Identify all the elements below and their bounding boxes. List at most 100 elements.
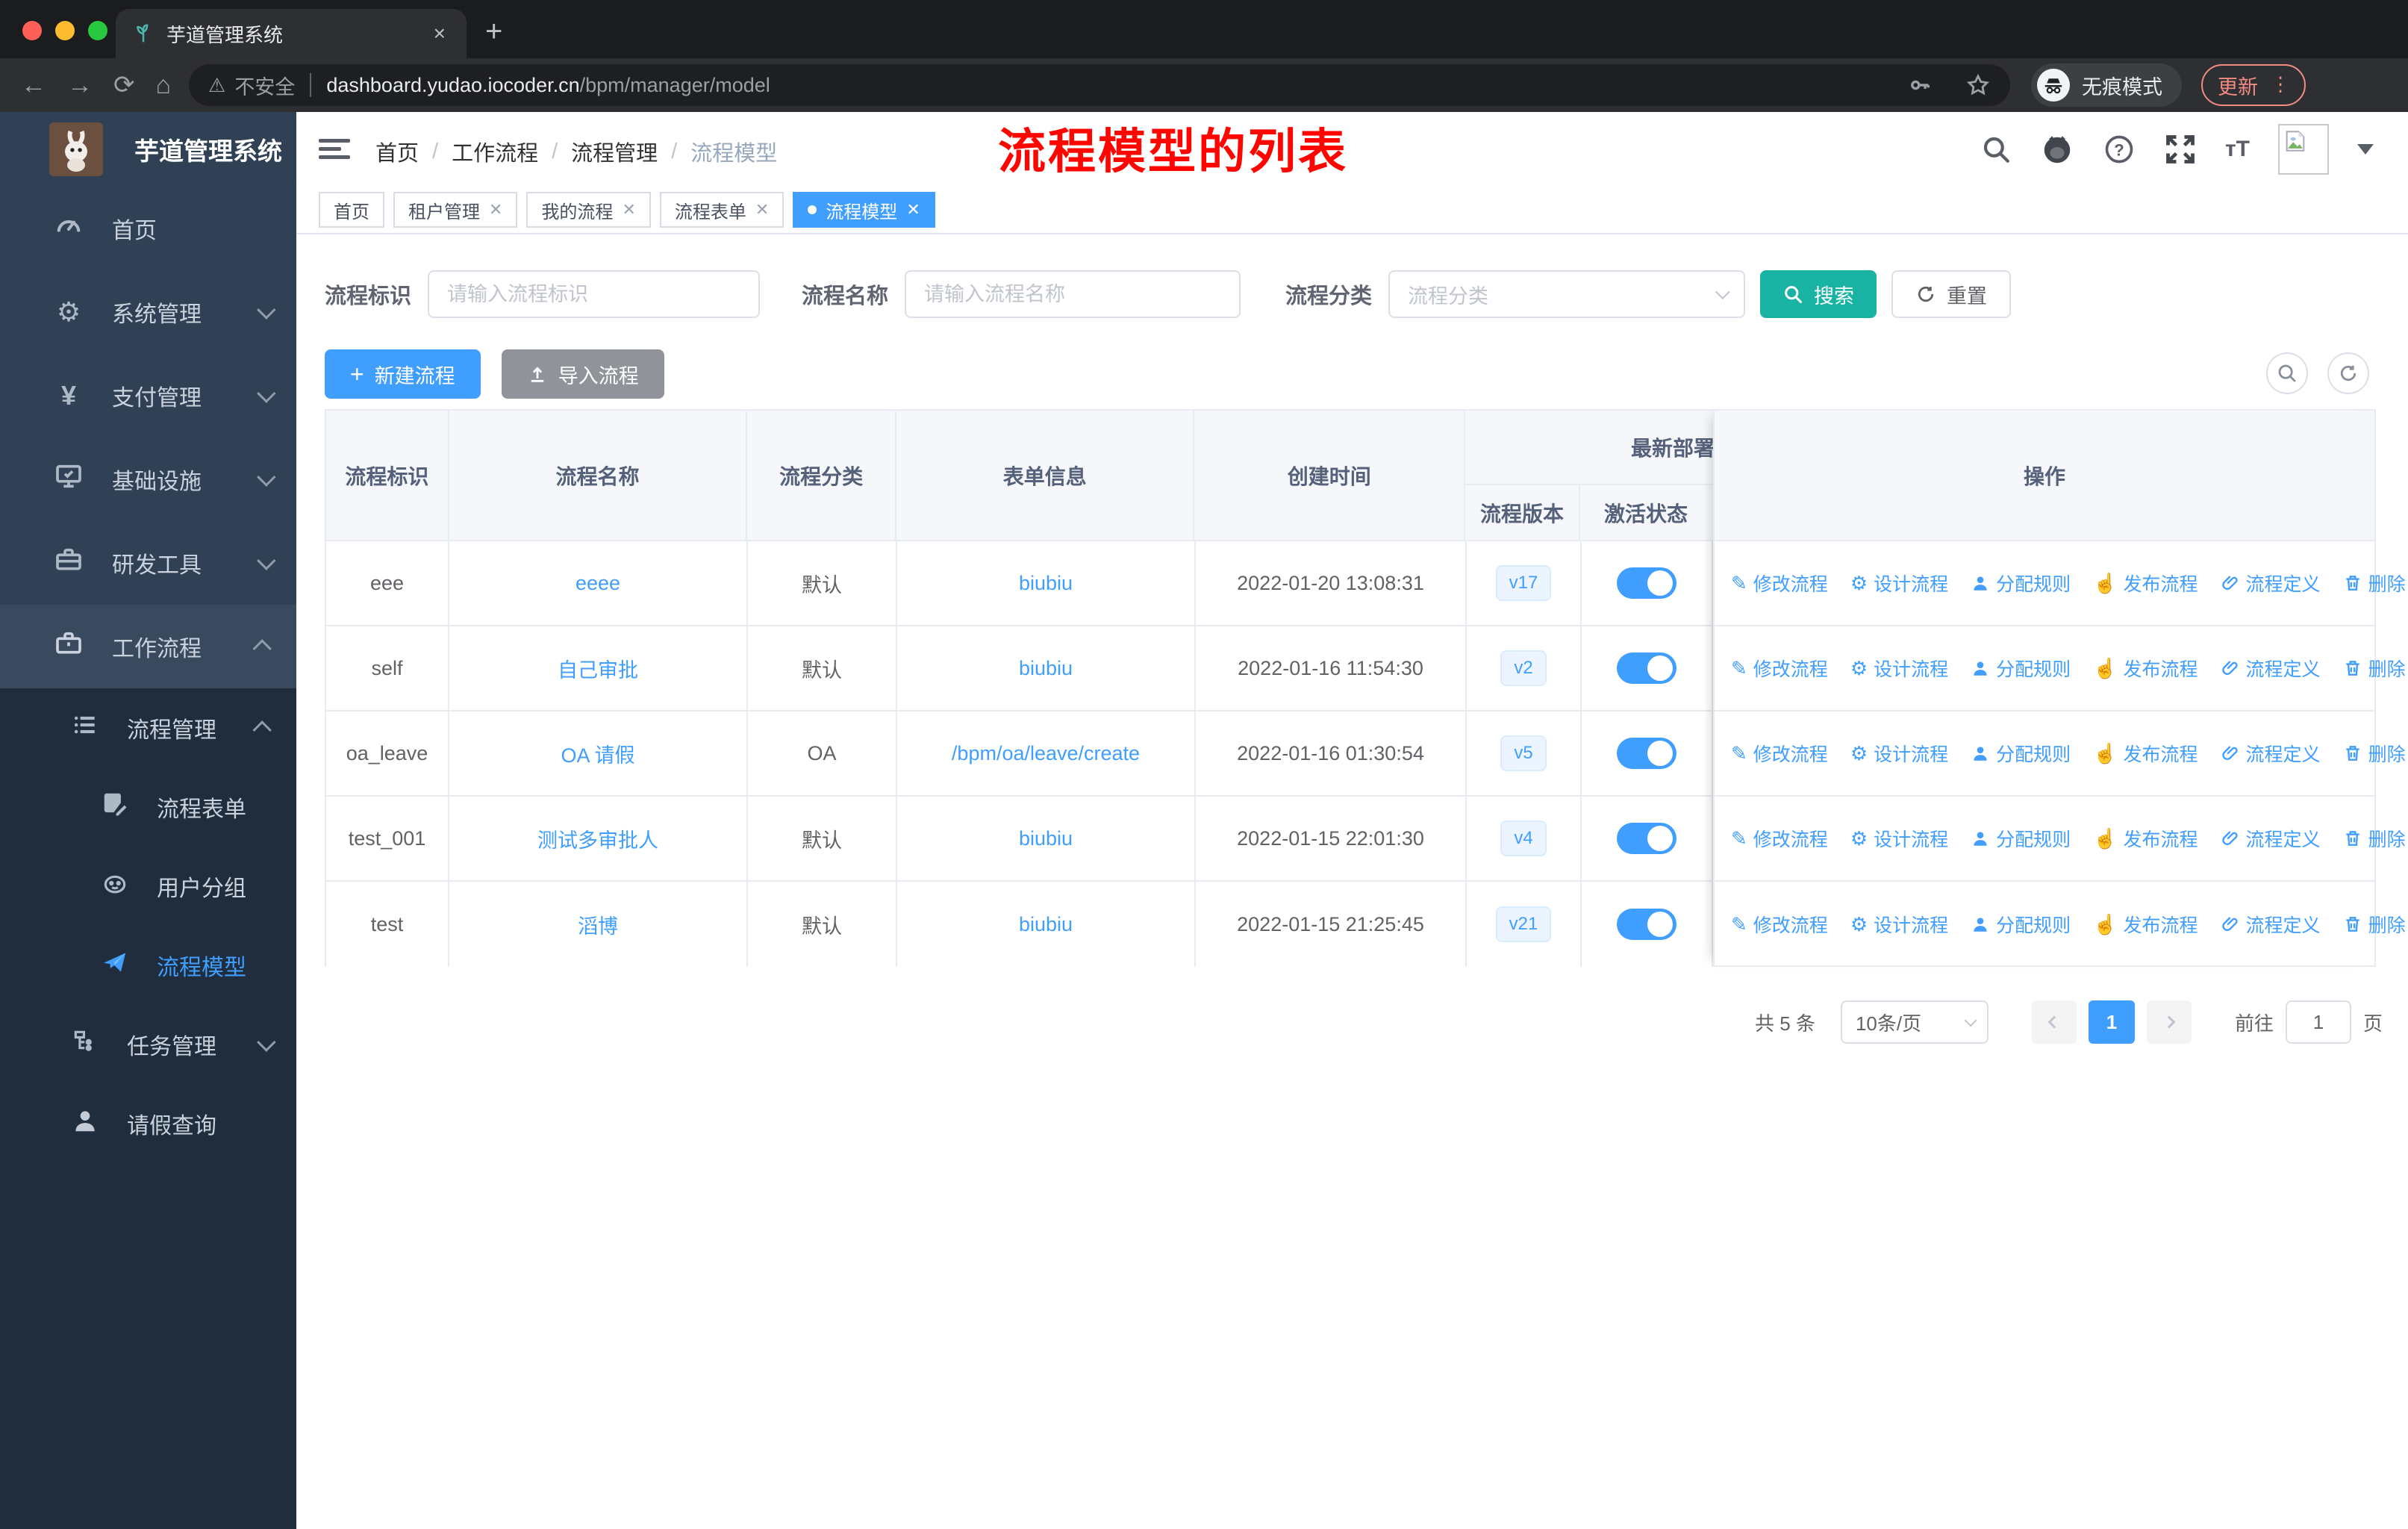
active-toggle[interactable]	[1617, 909, 1676, 940]
fullscreen-icon[interactable]	[2164, 133, 2197, 166]
form-info-link[interactable]: biubiu	[1019, 913, 1073, 936]
version-badge[interactable]: v17	[1495, 565, 1552, 601]
sidebar-item-task-management[interactable]: 任务管理	[0, 1005, 296, 1084]
tag-view-item[interactable]: 首页 ✕	[319, 192, 384, 228]
forward-icon[interactable]: →	[67, 71, 93, 100]
publish-process-link[interactable]: ☝ 发布流程	[2093, 825, 2198, 852]
sidebar-item-home[interactable]: 首页	[0, 187, 296, 270]
import-process-button[interactable]: 导入流程	[501, 349, 664, 399]
publish-process-link[interactable]: ☝ 发布流程	[2093, 655, 2198, 682]
process-definition-link[interactable]: 流程定义	[2221, 655, 2321, 682]
avatar[interactable]	[2278, 124, 2329, 175]
filter-name-input[interactable]	[905, 270, 1241, 318]
process-definition-link[interactable]: 流程定义	[2221, 911, 2321, 938]
edit-process-link[interactable]: ✎ 修改流程	[1731, 911, 1828, 938]
version-badge[interactable]: v5	[1500, 735, 1547, 771]
edit-process-link[interactable]: ✎ 修改流程	[1731, 570, 1828, 597]
active-toggle[interactable]	[1617, 653, 1676, 684]
design-process-link[interactable]: ⚙ 设计流程	[1850, 655, 1948, 682]
delete-link[interactable]: 删除	[2343, 825, 2406, 852]
reset-button[interactable]: 重置	[1891, 270, 2012, 318]
model-name-link[interactable]: OA 请假	[561, 739, 634, 768]
process-definition-link[interactable]: 流程定义	[2221, 740, 2321, 767]
avatar-caret-icon[interactable]	[2357, 144, 2374, 155]
design-process-link[interactable]: ⚙ 设计流程	[1850, 825, 1948, 852]
goto-page-input[interactable]: 1	[2285, 1000, 2351, 1044]
publish-process-link[interactable]: ☝ 发布流程	[2093, 570, 2198, 597]
tag-close-icon[interactable]: ✕	[755, 200, 769, 219]
browser-menu-icon[interactable]: ⋮	[2271, 75, 2289, 94]
bookmark-star-icon[interactable]	[1965, 72, 1991, 98]
sidebar-item-user-group[interactable]: 用户分组	[0, 847, 296, 926]
address-bar[interactable]: ⚠ 不安全 dashboard.yudao.iocoder.cn/bpm/man…	[189, 64, 2011, 106]
back-icon[interactable]: ←	[21, 71, 46, 100]
tag-view-item[interactable]: 流程模型 ✕	[793, 192, 935, 228]
publish-process-link[interactable]: ☝ 发布流程	[2093, 740, 2198, 767]
tag-close-icon[interactable]: ✕	[489, 200, 502, 219]
edit-process-link[interactable]: ✎ 修改流程	[1731, 655, 1828, 682]
active-toggle[interactable]	[1617, 738, 1676, 769]
version-badge[interactable]: v2	[1500, 650, 1547, 686]
delete-link[interactable]: 删除	[2343, 911, 2406, 938]
close-window-button[interactable]	[22, 21, 42, 40]
sidebar-item-system[interactable]: ⚙ 系统管理	[0, 270, 296, 354]
sidebar-item-leave-query[interactable]: 请假查询	[0, 1084, 296, 1163]
assign-rule-link[interactable]: 分配规则	[1971, 570, 2071, 597]
form-info-link[interactable]: biubiu	[1019, 657, 1073, 680]
home-icon[interactable]: ⌂	[156, 71, 172, 100]
new-tab-button[interactable]: +	[485, 16, 502, 46]
sidebar-item-process-management[interactable]: 流程管理	[0, 688, 296, 767]
sidebar-item-infra[interactable]: 基础设施	[0, 437, 296, 521]
tag-view-item[interactable]: 我的流程 ✕	[526, 192, 651, 228]
model-name-link[interactable]: eeee	[576, 572, 620, 595]
tag-view-item[interactable]: 流程表单 ✕	[659, 192, 785, 228]
publish-process-link[interactable]: ☝ 发布流程	[2093, 911, 2198, 938]
reload-icon[interactable]: ⟳	[113, 70, 135, 100]
sidebar-item-devtools[interactable]: 研发工具	[0, 521, 296, 605]
app-logo-row[interactable]: 芋道管理系统	[0, 112, 296, 187]
maximize-window-button[interactable]	[88, 21, 107, 40]
assign-rule-link[interactable]: 分配规则	[1971, 740, 2071, 767]
tab-close-icon[interactable]: ×	[429, 22, 450, 46]
delete-link[interactable]: 删除	[2343, 740, 2406, 767]
assign-rule-link[interactable]: 分配规则	[1971, 911, 2071, 938]
active-toggle[interactable]	[1617, 567, 1676, 599]
form-info-link[interactable]: biubiu	[1019, 827, 1073, 850]
sidebar-item-process-form[interactable]: 流程表单	[0, 767, 296, 847]
help-icon[interactable]: ?	[2103, 133, 2136, 166]
form-info-link[interactable]: /bpm/oa/leave/create	[952, 742, 1140, 765]
active-toggle[interactable]	[1617, 823, 1676, 854]
minimize-window-button[interactable]	[55, 21, 75, 40]
breadcrumb-workflow[interactable]: 工作流程	[452, 136, 538, 167]
model-name-link[interactable]: 测试多审批人	[537, 824, 658, 853]
form-info-link[interactable]: biubiu	[1019, 572, 1073, 595]
search-button[interactable]: 搜索	[1760, 270, 1877, 318]
prev-page-button[interactable]	[2031, 1000, 2077, 1044]
sidebar-fold-icon[interactable]	[319, 134, 350, 164]
sidebar-item-process-model[interactable]: 流程模型	[0, 926, 296, 1005]
next-page-button[interactable]	[2146, 1000, 2192, 1044]
key-icon[interactable]	[1907, 72, 1933, 98]
refresh-table-button[interactable]	[2327, 352, 2369, 394]
update-button[interactable]: 更新 ⋮	[2201, 64, 2306, 106]
delete-link[interactable]: 删除	[2343, 570, 2406, 597]
edit-process-link[interactable]: ✎ 修改流程	[1731, 740, 1828, 767]
breadcrumb-home[interactable]: 首页	[375, 136, 419, 167]
tag-view-item[interactable]: 租户管理 ✕	[393, 192, 518, 228]
model-name-link[interactable]: 自己审批	[558, 654, 638, 683]
assign-rule-link[interactable]: 分配规则	[1971, 655, 2071, 682]
tag-close-icon[interactable]: ✕	[622, 200, 635, 219]
process-definition-link[interactable]: 流程定义	[2221, 570, 2321, 597]
delete-link[interactable]: 删除	[2343, 655, 2406, 682]
version-badge[interactable]: v4	[1500, 820, 1547, 856]
edit-process-link[interactable]: ✎ 修改流程	[1731, 825, 1828, 852]
font-size-icon[interactable]: ᴛT	[2225, 137, 2250, 162]
version-badge[interactable]: v21	[1495, 906, 1552, 942]
page-size-select[interactable]: 10条/页	[1840, 1000, 1989, 1044]
sidebar-item-payment[interactable]: ¥ 支付管理	[0, 354, 296, 437]
sidebar-item-workflow[interactable]: 工作流程	[0, 605, 296, 688]
github-icon[interactable]	[2040, 132, 2074, 166]
current-page-button[interactable]: 1	[2088, 1000, 2135, 1044]
create-process-button[interactable]: + 新建流程	[325, 349, 481, 399]
assign-rule-link[interactable]: 分配规则	[1971, 825, 2071, 852]
